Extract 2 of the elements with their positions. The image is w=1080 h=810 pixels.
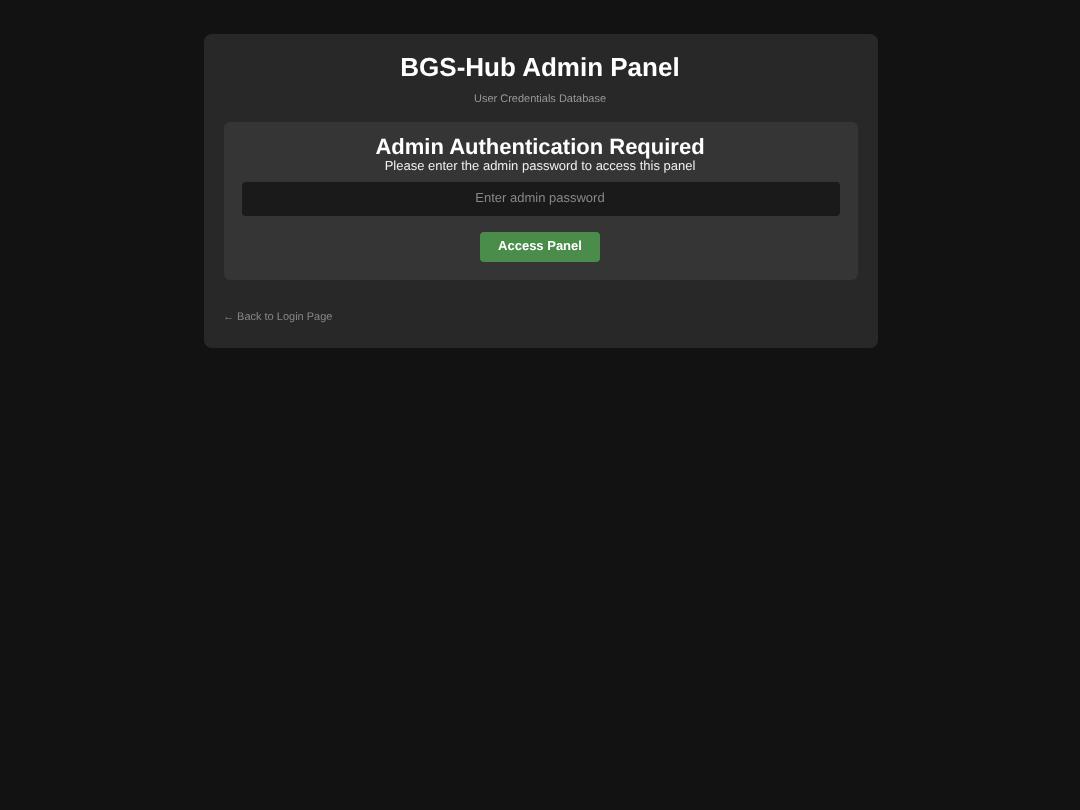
panel-title: BGS-Hub Admin Panel (400, 52, 680, 84)
auth-heading: Admin Authentication Required (375, 136, 705, 160)
